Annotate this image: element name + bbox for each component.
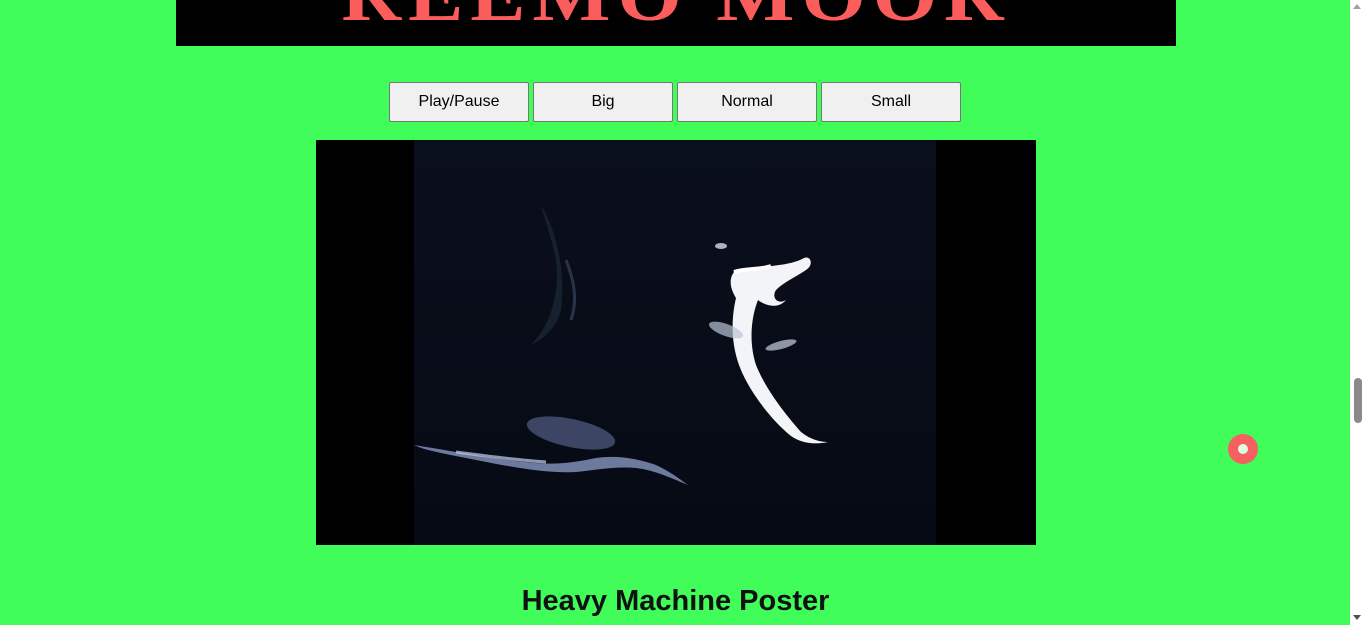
header-banner: REEMO MOOR: [176, 0, 1176, 46]
play-pause-button[interactable]: Play/Pause: [389, 82, 529, 122]
small-button[interactable]: Small: [821, 82, 961, 122]
video-picture: [414, 140, 936, 545]
big-button[interactable]: Big: [533, 82, 673, 122]
vertical-scrollbar[interactable]: [1350, 0, 1365, 625]
video-player[interactable]: [316, 140, 1036, 545]
scroll-down-arrow-icon[interactable]: [1353, 615, 1361, 620]
section-title: Heavy Machine Poster: [521, 585, 830, 617]
banner-title: REEMO MOOR: [176, 0, 1176, 32]
cursor-indicator: [1228, 434, 1258, 464]
normal-button[interactable]: Normal: [677, 82, 817, 122]
scroll-thumb[interactable]: [1354, 378, 1362, 423]
scroll-up-arrow-icon[interactable]: [1353, 4, 1361, 9]
page: REEMO MOOR Play/Pause Big Normal Small: [0, 0, 1365, 625]
video-controls: Play/Pause Big Normal Small: [389, 82, 961, 122]
video-frame: [316, 140, 1036, 545]
